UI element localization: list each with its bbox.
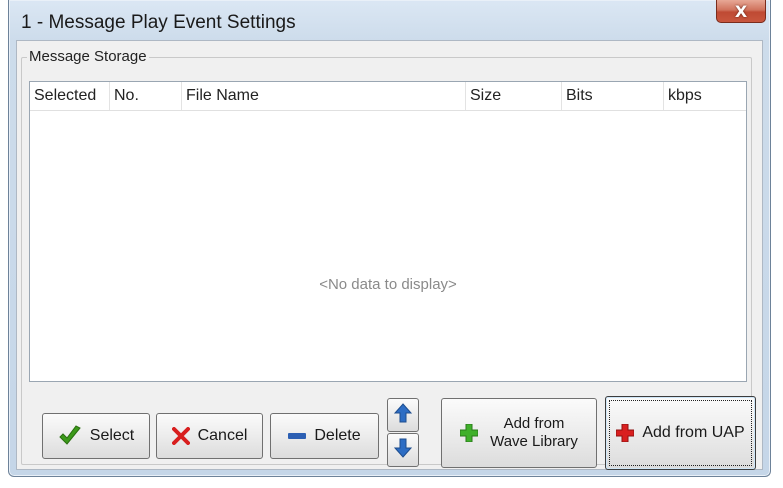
arrow-up-icon (393, 402, 413, 428)
delete-button-label: Delete (314, 427, 361, 444)
column-header-no[interactable]: No. (110, 82, 182, 110)
add-from-wave-library-label-line1: Add from (503, 415, 565, 432)
checkmark-icon (58, 425, 82, 447)
delete-button[interactable]: Delete (270, 413, 379, 459)
message-grid[interactable]: Selected No. File Name Size Bits kbps <N… (29, 81, 747, 382)
select-button-label: Select (89, 427, 135, 444)
x-icon (171, 427, 190, 445)
close-button[interactable]: X (716, 0, 766, 23)
add-from-uap-label: Add from UAP (642, 424, 745, 441)
grid-header: Selected No. File Name Size Bits kbps (30, 82, 746, 111)
cancel-button-label: Cancel (197, 427, 248, 444)
dialog-window: 1 - Message Play Event Settings X Messag… (8, 0, 771, 477)
column-header-bits[interactable]: Bits (562, 82, 664, 110)
cancel-button[interactable]: Cancel (156, 413, 263, 459)
close-icon: X (734, 1, 748, 21)
empty-grid-message: <No data to display> (319, 276, 457, 293)
move-down-button[interactable] (387, 433, 419, 467)
add-from-uap-button[interactable]: Add from UAP (605, 396, 756, 470)
add-from-wave-library-label-line2: Wave Library (490, 433, 578, 450)
title-bar[interactable]: 1 - Message Play Event Settings X (9, 0, 770, 40)
arrow-down-icon (393, 438, 413, 463)
group-label: Message Storage (27, 48, 149, 65)
add-from-wave-library-label: Add from Wave Library (490, 415, 578, 451)
select-button[interactable]: Select (42, 413, 150, 459)
add-from-wave-library-button[interactable]: Add from Wave Library (441, 398, 597, 468)
move-up-button[interactable] (387, 398, 419, 432)
dialog-client-area: Message Storage Selected No. File Name S… (16, 40, 763, 470)
column-header-size[interactable]: Size (466, 82, 562, 110)
plus-red-icon (616, 424, 635, 442)
plus-green-icon (460, 424, 479, 442)
column-header-file-name[interactable]: File Name (182, 82, 466, 110)
window-title: 1 - Message Play Event Settings (21, 12, 296, 33)
column-header-selected[interactable]: Selected (30, 82, 110, 110)
minus-icon (288, 432, 307, 440)
column-header-kbps[interactable]: kbps (664, 82, 746, 110)
